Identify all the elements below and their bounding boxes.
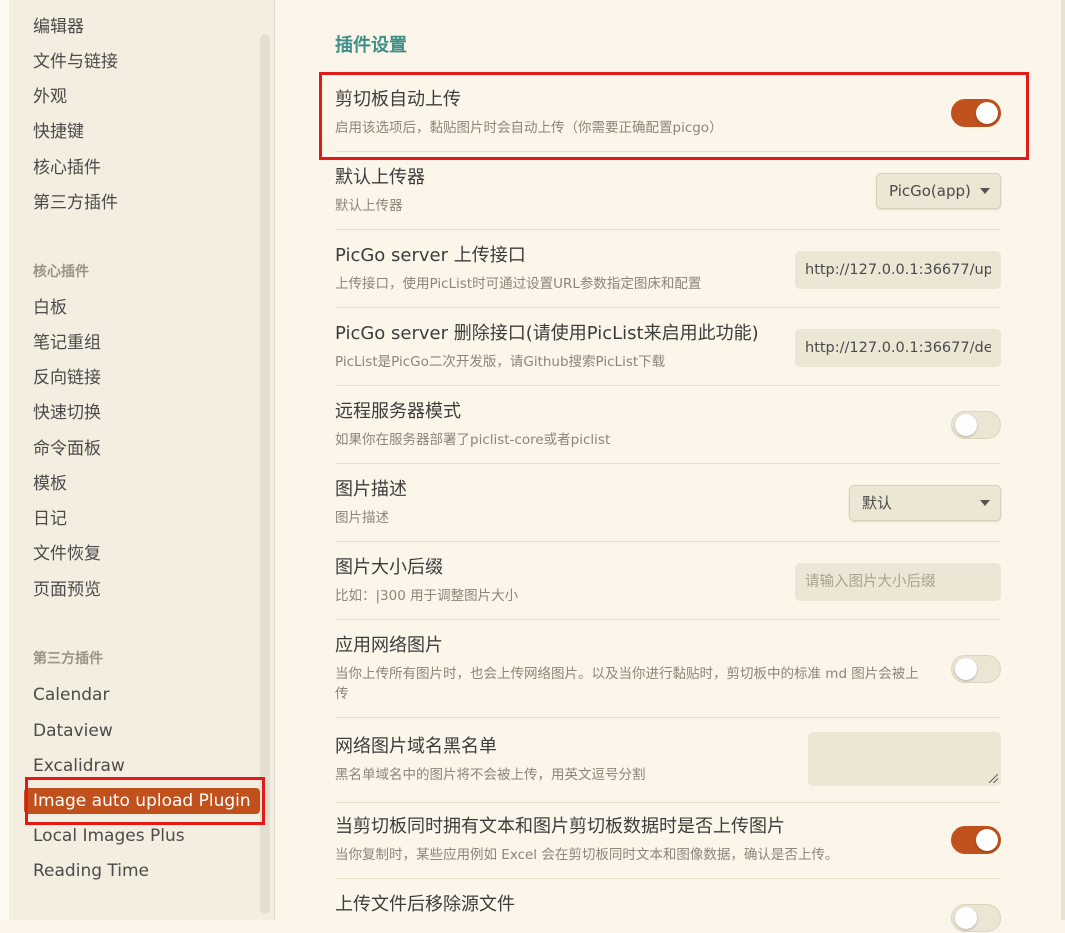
sidebar-item-canvas[interactable]: 白板: [33, 297, 67, 319]
setting-desc: 上传接口，使用PicList时可通过设置URL参数指定图床和配置: [335, 276, 702, 292]
sidebar-item-note-composer[interactable]: 笔记重组: [33, 332, 101, 354]
sidebar-item-appearance[interactable]: 外观: [33, 86, 67, 108]
settings-content: 插件设置 剪切板自动上传 启用该选项后，黏贴图片时会自动上传（你需要正确配置pi…: [275, 0, 1065, 932]
setting-name: 剪切板自动上传: [335, 89, 461, 110]
sidebar-item-command-palette[interactable]: 命令面板: [33, 438, 101, 460]
setting-desc: PicList是PicGo二次开发版，请Github搜索PicList下载: [335, 354, 666, 370]
setting-desc: 启用该选项后，黏贴图片时会自动上传（你需要正确配置picgo）: [335, 120, 723, 136]
sidebar-item-file-recovery[interactable]: 文件恢复: [33, 543, 101, 565]
remove-source-toggle[interactable]: [951, 904, 1001, 932]
dropdown-value: 默认: [862, 494, 893, 512]
setting-remote-mode: 远程服务器模式 如果你在服务器部署了piclist-core或者piclist: [335, 400, 1001, 464]
setting-desc: 当你上传所有图片时，也会上传网络图片。以及当你进行黏贴时，剪切板中的标准 md …: [335, 666, 919, 702]
sidebar-item-excalidraw[interactable]: Excalidraw: [33, 755, 125, 777]
setting-image-desc: 图片描述 图片描述 默认: [335, 478, 1001, 542]
setting-name: 应用网络图片: [335, 635, 443, 656]
sidebar-item-hotkeys[interactable]: 快捷键: [33, 121, 84, 143]
setting-upload-url: PicGo server 上传接口 上传接口，使用PicList时可通过设置UR…: [335, 244, 1001, 308]
sidebar-item-quick-switcher[interactable]: 快速切换: [33, 402, 101, 424]
setting-name: 上传文件后移除源文件: [335, 894, 515, 915]
content-edge: [1061, 0, 1065, 920]
setting-size-suffix: 图片大小后缀 比如：|300 用于调整图片大小: [335, 556, 1001, 620]
sidebar-edge: [0, 0, 9, 920]
network-images-toggle[interactable]: [951, 655, 1001, 683]
toggle-knob: [955, 907, 977, 929]
size-suffix-input[interactable]: [795, 563, 1001, 601]
sidebar-section-core: 核心插件: [33, 264, 89, 280]
setting-clipboard-upload: 剪切板自动上传 启用该选项后，黏贴图片时会自动上传（你需要正确配置picgo）: [335, 88, 1001, 152]
remote-mode-toggle[interactable]: [951, 411, 1001, 439]
dropdown-value: PicGo(app): [889, 182, 971, 200]
setting-name: 网络图片域名黑名单: [335, 736, 497, 757]
sidebar-item-image-auto-upload[interactable]: Image auto upload Plugin: [24, 788, 260, 814]
clipboard-upload-toggle[interactable]: [951, 99, 1001, 127]
sidebar-item-local-images-plus[interactable]: Local Images Plus: [33, 825, 185, 847]
chevron-down-icon: [980, 500, 990, 506]
sidebar-item-reading-time[interactable]: Reading Time: [33, 860, 149, 882]
sidebar-scrollbar[interactable]: [260, 34, 270, 914]
image-desc-select[interactable]: 默认: [849, 485, 1001, 521]
settings-sidebar: 编辑器 文件与链接 外观 快捷键 核心插件 第三方插件 核心插件 白板 笔记重组…: [0, 0, 275, 920]
sidebar-item-backlinks[interactable]: 反向链接: [33, 367, 101, 389]
setting-default-uploader: 默认上传器 默认上传器 PicGo(app): [335, 166, 1001, 230]
sidebar-item-dataview[interactable]: Dataview: [33, 720, 113, 742]
sidebar-item-community-plugins[interactable]: 第三方插件: [33, 192, 118, 214]
section-title: 插件设置: [335, 35, 407, 56]
upload-url-input[interactable]: [795, 251, 1001, 289]
sidebar-section-community: 第三方插件: [33, 651, 103, 667]
setting-desc: 默认上传器: [335, 198, 403, 214]
toggle-knob: [976, 829, 998, 851]
setting-desc: 如果你在服务器部署了piclist-core或者piclist: [335, 432, 611, 448]
setting-name: PicGo server 删除接口(请使用PicList来启用此功能): [335, 323, 759, 344]
toggle-knob: [955, 414, 977, 436]
setting-desc: 图片描述: [335, 510, 389, 526]
setting-network-images: 应用网络图片 当你上传所有图片时，也会上传网络图片。以及当你进行黏贴时，剪切板中…: [335, 634, 1001, 718]
sidebar-item-templates[interactable]: 模板: [33, 473, 67, 495]
setting-domain-blacklist: 网络图片域名黑名单 黑名单域名中的图片将不会被上传，用英文逗号分割: [335, 732, 1001, 803]
domain-blacklist-textarea[interactable]: [808, 732, 1001, 786]
setting-name: 当剪切板同时拥有文本和图片剪切板数据时是否上传图片: [335, 816, 785, 837]
setting-name: PicGo server 上传接口: [335, 245, 526, 266]
setting-desc: 当你复制时，某些应用例如 Excel 会在剪切板同时文本和图像数据，确认是否上传…: [335, 847, 839, 863]
sidebar-item-files-links[interactable]: 文件与链接: [33, 51, 118, 73]
setting-name: 图片大小后缀: [335, 557, 443, 578]
setting-desc: 黑名单域名中的图片将不会被上传，用英文逗号分割: [335, 767, 646, 783]
setting-name: 图片描述: [335, 479, 407, 500]
resize-grip-icon[interactable]: [989, 774, 998, 783]
setting-delete-url: PicGo server 删除接口(请使用PicList来启用此功能) PicL…: [335, 322, 1001, 386]
sidebar-item-editor[interactable]: 编辑器: [33, 16, 84, 38]
chevron-down-icon: [980, 188, 990, 194]
setting-desc: 比如：|300 用于调整图片大小: [335, 588, 519, 604]
setting-text-and-image: 当剪切板同时拥有文本和图片剪切板数据时是否上传图片 当你复制时，某些应用例如 E…: [335, 815, 1001, 879]
sidebar-item-core-plugins[interactable]: 核心插件: [33, 157, 101, 179]
setting-remove-source: 上传文件后移除源文件: [335, 893, 1001, 933]
setting-name: 远程服务器模式: [335, 401, 461, 422]
toggle-knob: [955, 658, 977, 680]
setting-name: 默认上传器: [335, 167, 425, 188]
sidebar-item-daily-notes[interactable]: 日记: [33, 508, 67, 530]
delete-url-input[interactable]: [795, 329, 1001, 367]
toggle-knob: [976, 102, 998, 124]
sidebar-item-page-preview[interactable]: 页面预览: [33, 579, 101, 601]
text-and-image-toggle[interactable]: [951, 826, 1001, 854]
sidebar-item-calendar[interactable]: Calendar: [33, 684, 109, 706]
default-uploader-select[interactable]: PicGo(app): [876, 173, 1001, 209]
